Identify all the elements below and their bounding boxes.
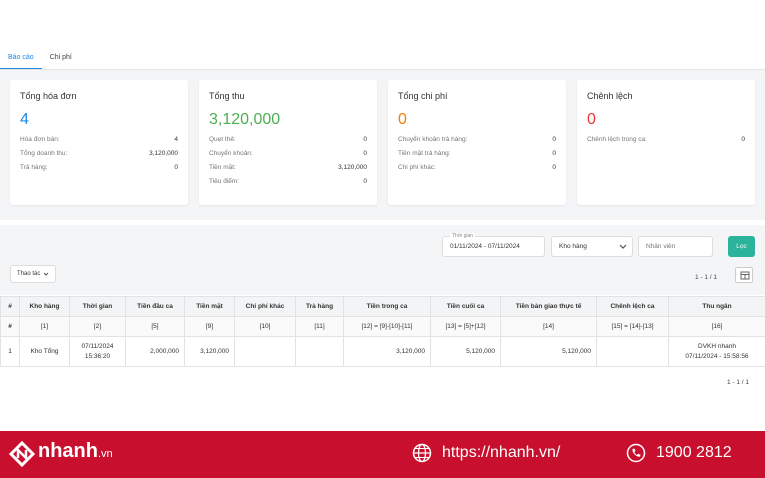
- row-cashier: DVKH nhanh 07/11/2024 - 15:58:56: [668, 336, 765, 367]
- column-header: Tiền bàn giao thực tế: [500, 296, 597, 317]
- card-row: Tiêu điểm: 0: [209, 178, 367, 185]
- formula-cell: [9]: [184, 316, 235, 337]
- row-closing: 5,120,000: [430, 336, 501, 367]
- card-row: Chuyển khoản trả hàng: 0: [398, 136, 556, 143]
- table-header-row: # Kho hàng Thời gian Tiền đầu ca Tiền mặ…: [0, 296, 765, 317]
- formula-cell: [10]: [234, 316, 296, 337]
- phone-icon: [626, 443, 646, 463]
- chevron-down-icon: [619, 244, 627, 249]
- column-header: Tiền đầu ca: [125, 296, 185, 317]
- tab-expenses[interactable]: Chi phí: [42, 50, 80, 69]
- card-difference: Chênh lệch 0 Chênh lệch trong ca: 0: [577, 80, 755, 205]
- row-time: 07/11/2024 15:36:20: [69, 336, 126, 367]
- column-header: Trả hàng: [295, 296, 344, 317]
- row-difference: [596, 336, 669, 367]
- formula-cell: [2]: [69, 316, 126, 337]
- formula-cell: [13] = [5]+[12]: [430, 316, 501, 337]
- staff-input-placeholder: Nhân viên: [646, 243, 676, 250]
- column-header: Tiền trong ca: [343, 296, 431, 317]
- row-other-cost: [234, 336, 296, 367]
- report-page: Báo cáo Chi phí Tổng hóa đơn 4 Hóa đơn b…: [0, 0, 765, 478]
- card-row: Trả hàng: 0: [20, 164, 178, 171]
- actions-label: Thao tác: [17, 271, 41, 277]
- card-title: Chênh lệch: [587, 91, 633, 101]
- table-row[interactable]: 1 Kho Tổng 07/11/2024 15:36:20 2,000,000 …: [0, 336, 765, 367]
- card-row: Tiền mặt: 3,120,000: [209, 164, 367, 171]
- card-total-invoices: Tổng hóa đơn 4 Hóa đơn bán: 4 Tổng doanh …: [10, 80, 188, 205]
- formula-cell: #: [0, 316, 20, 337]
- formula-cell: [14]: [500, 316, 597, 337]
- card-row: Tiền mặt trả hàng: 0: [398, 150, 556, 157]
- card-row: Chênh lệch trong ca: 0: [587, 136, 745, 143]
- shift-report-table: # Kho hàng Thời gian Tiền đầu ca Tiền mặ…: [0, 296, 765, 367]
- warehouse-select-value: Kho hàng: [559, 243, 587, 250]
- formula-cell: [5]: [125, 316, 185, 337]
- card-row: Quẹt thẻ: 0: [209, 136, 367, 143]
- brand-logo: nhanh.vn: [38, 440, 113, 462]
- column-header: Chi phí khác: [234, 296, 296, 317]
- card-row: Tổng doanh thu: 3,120,000: [20, 150, 178, 157]
- brand-footer-banner: nhanh.vn https://nhanh.vn/ 1900 2812: [0, 431, 765, 478]
- hotline[interactable]: 1900 2812: [626, 443, 732, 463]
- formula-cell: [1]: [19, 316, 70, 337]
- column-header: Chênh lệch ca: [596, 296, 669, 317]
- globe-icon: [412, 443, 432, 463]
- column-header: #: [0, 296, 20, 317]
- row-warehouse: Kho Tổng: [19, 336, 70, 367]
- column-header: Thu ngân: [668, 296, 765, 317]
- date-range-value: 01/11/2024 - 07/11/2024: [450, 243, 520, 250]
- formula-cell: [15] = [14]-[13]: [596, 316, 669, 337]
- row-cash: 3,120,000: [184, 336, 235, 367]
- columns-icon: [740, 271, 750, 280]
- card-title: Tổng hóa đơn: [20, 91, 77, 101]
- row-index: 1: [0, 336, 20, 367]
- row-returns: [295, 336, 344, 367]
- formula-cell: [12] = [9]-[10]-[11]: [343, 316, 431, 337]
- summary-panel: Tổng hóa đơn 4 Hóa đơn bán: 4 Tổng doanh …: [0, 70, 765, 220]
- card-value: 0: [398, 111, 407, 128]
- row-opening-cash: 2,000,000: [125, 336, 185, 367]
- formula-cell: [16]: [668, 316, 765, 337]
- actions-dropdown-button[interactable]: Thao tác: [10, 265, 56, 283]
- website-link[interactable]: https://nhanh.vn/: [412, 443, 560, 463]
- column-header: Tiền cuối ca: [430, 296, 501, 317]
- date-range-field[interactable]: Thời gian 01/11/2024 - 07/11/2024: [442, 233, 545, 257]
- row-handover: 5,120,000: [500, 336, 597, 367]
- card-total-expense: Tổng chi phí 0 Chuyển khoản trả hàng: 0 T…: [388, 80, 566, 205]
- table-formula-row: # [1] [2] [5] [9] [10] [11] [12] = [9]-[…: [0, 316, 765, 337]
- staff-input[interactable]: Nhân viên: [638, 236, 713, 257]
- column-header: Thời gian: [69, 296, 126, 317]
- tab-report[interactable]: Báo cáo: [0, 50, 42, 69]
- column-header: Tiền mặt: [184, 296, 235, 317]
- card-value: 4: [20, 111, 29, 128]
- pagination-top: 1 - 1 / 1: [695, 274, 718, 281]
- card-row: Chi phí khác: 0: [398, 164, 556, 171]
- pagination-bottom: 1 - 1 / 1: [727, 379, 750, 386]
- card-value: 0: [587, 111, 596, 128]
- chevron-down-icon: [44, 272, 49, 276]
- card-row: Chuyển khoản: 0: [209, 150, 367, 157]
- filter-button[interactable]: Lọc: [728, 236, 755, 257]
- filter-bar: Thời gian 01/11/2024 - 07/11/2024 Kho hà…: [0, 225, 765, 295]
- formula-cell: [11]: [295, 316, 344, 337]
- column-settings-button[interactable]: [735, 267, 753, 283]
- card-title: Tổng thu: [209, 91, 245, 101]
- tab-bar: Báo cáo Chi phí: [0, 50, 765, 70]
- card-row: Hóa đơn bán: 4: [20, 136, 178, 143]
- column-header: Kho hàng: [19, 296, 70, 317]
- card-title: Tổng chi phí: [398, 91, 448, 101]
- card-value: 3,120,000: [209, 111, 281, 128]
- row-in-shift: 3,120,000: [343, 336, 431, 367]
- nhanh-logo-icon: [8, 440, 36, 468]
- date-range-label: Thời gian: [450, 233, 476, 239]
- card-total-income: Tổng thu 3,120,000 Quẹt thẻ: 0 Chuyển kho…: [199, 80, 377, 205]
- warehouse-select[interactable]: Kho hàng: [551, 236, 633, 257]
